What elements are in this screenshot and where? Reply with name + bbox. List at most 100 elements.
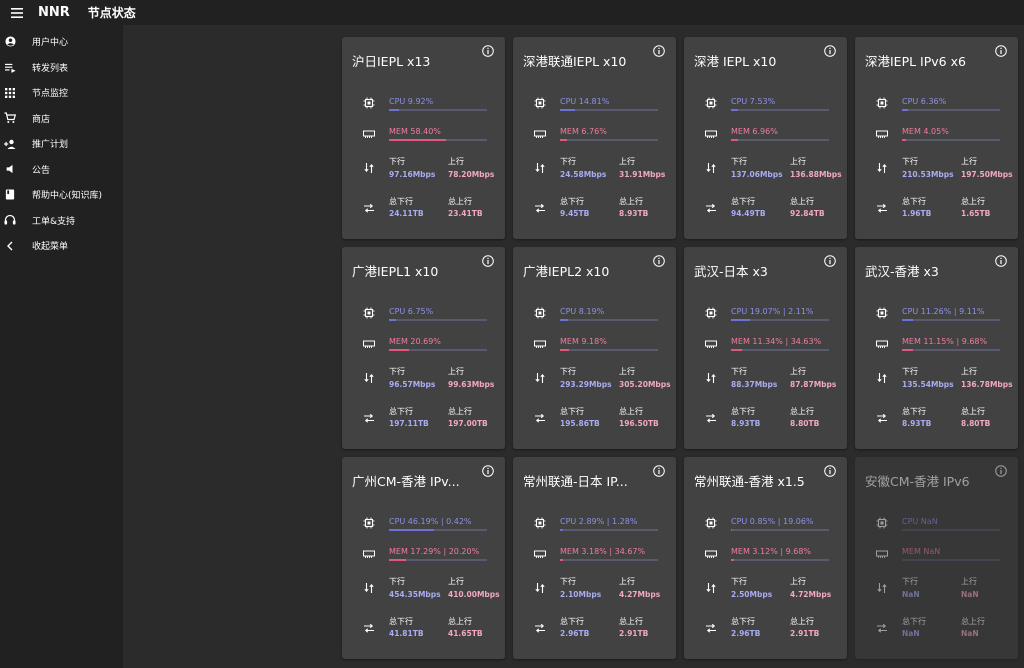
total-up-label: 总上行 <box>961 407 985 416</box>
cpu-usage-bar <box>560 109 658 111</box>
cpu-usage-label: CPU 9.92% <box>389 97 434 106</box>
down-speed-label: 下行 <box>731 577 747 586</box>
info-icon[interactable] <box>995 45 1007 57</box>
mem-usage-fill <box>560 139 567 141</box>
up-speed-label: 上行 <box>961 367 977 376</box>
total-up-label: 总上行 <box>448 617 472 626</box>
mem-usage-label: MEM 20.69% <box>389 337 441 346</box>
total-down-value: 197.11TB <box>389 419 429 428</box>
info-icon[interactable] <box>482 255 494 267</box>
sidebar-item-ticket-support[interactable]: 工单&支持 <box>0 208 123 234</box>
cpu-usage-bar <box>902 319 1000 321</box>
node-card[interactable]: 武汉-日本 x3 CPU 19.07% | 2.11% MEM 11.34% |… <box>684 247 847 449</box>
swap-horizontal-icon <box>535 623 545 633</box>
node-card[interactable]: 常州联通-香港 x1.5 CPU 0.85% | 19.06% MEM 3.12… <box>684 457 847 659</box>
cpu-chip-icon <box>363 517 375 529</box>
total-down-label: 总下行 <box>389 617 413 626</box>
up-speed-label: 上行 <box>448 157 464 166</box>
info-icon[interactable] <box>482 465 494 477</box>
node-card[interactable]: 深港联通IEPL x10 CPU 14.81% MEM 6.76% 下行 上行 … <box>513 37 676 239</box>
cpu-usage-label: CPU 2.89% | 1.28% <box>560 517 638 526</box>
info-icon[interactable] <box>824 255 836 267</box>
total-up-label: 总上行 <box>448 407 472 416</box>
cpu-usage-bar <box>560 319 658 321</box>
top-app-bar: NNR 节点状态 <box>0 0 1024 25</box>
sidebar-item-label: 商店 <box>32 114 51 125</box>
sidebar-item-label: 转发列表 <box>32 63 69 74</box>
node-card[interactable]: 深港IEPL IPv6 x6 CPU 6.36% MEM 4.05% 下行 上行… <box>855 37 1018 239</box>
swap-vertical-icon <box>877 373 887 383</box>
down-speed-label: 下行 <box>389 577 405 586</box>
node-card[interactable]: 深港 IEPL x10 CPU 7.53% MEM 6.96% 下行 上行 13… <box>684 37 847 239</box>
down-speed-label: 下行 <box>902 157 918 166</box>
info-icon[interactable] <box>482 45 494 57</box>
total-down-value: 24.11TB <box>389 209 424 218</box>
node-card[interactable]: 常州联通-日本 IP... CPU 2.89% | 1.28% MEM 3.18… <box>513 457 676 659</box>
node-card[interactable]: 安徽CM-香港 IPv6 CPU NaN MEM NaN 下行 上行 NaN N… <box>855 457 1018 659</box>
total-down-label: 总下行 <box>902 197 926 206</box>
menu-icon[interactable] <box>6 5 28 21</box>
total-down-value: 9.45TB <box>560 209 590 218</box>
add-user-icon <box>4 138 16 150</box>
info-icon[interactable] <box>653 255 665 267</box>
node-card[interactable]: 武汉-香港 x3 CPU 11.26% | 9.11% MEM 11.15% |… <box>855 247 1018 449</box>
down-speed-value: NaN <box>902 590 920 599</box>
total-up-value: 8.80TB <box>961 419 991 428</box>
info-icon[interactable] <box>995 255 1007 267</box>
sidebar-item-help-center[interactable]: 帮助中心(知识库) <box>0 182 123 208</box>
up-speed-value: 305.20Mbps <box>619 380 671 389</box>
sidebar-item-referral[interactable]: 推广计划 <box>0 131 123 157</box>
total-up-label: 总上行 <box>961 197 985 206</box>
node-card[interactable]: 广港IEPL2 x10 CPU 8.19% MEM 9.18% 下行 上行 29… <box>513 247 676 449</box>
swap-horizontal-icon <box>535 413 545 423</box>
up-speed-value: 87.87Mbps <box>790 380 837 389</box>
cpu-chip-icon <box>705 97 717 109</box>
swap-vertical-icon <box>877 163 887 173</box>
swap-vertical-icon <box>535 163 545 173</box>
node-card[interactable]: 广港IEPL1 x10 CPU 6.75% MEM 20.69% 下行 上行 9… <box>342 247 505 449</box>
swap-horizontal-icon <box>364 203 374 213</box>
cpu-chip-icon <box>534 517 546 529</box>
total-down-label: 总下行 <box>731 407 755 416</box>
memory-icon <box>363 130 375 138</box>
info-icon[interactable] <box>653 45 665 57</box>
cpu-chip-icon <box>534 307 546 319</box>
cpu-usage-label: CPU 11.26% | 9.11% <box>902 307 985 316</box>
total-down-label: 总下行 <box>389 197 413 206</box>
node-title: 广港IEPL1 x10 <box>352 264 439 279</box>
cpu-chip-icon <box>705 517 717 529</box>
total-up-value: 23.41TB <box>448 209 483 218</box>
app-name[interactable]: NNR <box>38 5 70 20</box>
mem-usage-label: MEM 6.76% <box>560 127 607 136</box>
sidebar-item-forward-list[interactable]: 转发列表 <box>0 55 123 81</box>
node-title: 广州CM-香港 IPv... <box>352 474 460 489</box>
info-icon[interactable] <box>653 465 665 477</box>
total-up-label: 总上行 <box>619 197 643 206</box>
sidebar-item-announcement[interactable]: 公告 <box>0 157 123 183</box>
total-up-label: 总上行 <box>961 617 985 626</box>
mem-usage-label: MEM 4.05% <box>902 127 949 136</box>
cpu-usage-bar <box>731 529 829 531</box>
sidebar-item-label: 工单&支持 <box>32 216 76 227</box>
mem-usage-fill <box>902 349 913 351</box>
sidebar-item-node-monitor[interactable]: 节点监控 <box>0 80 123 106</box>
node-card[interactable]: 广州CM-香港 IPv... CPU 46.19% | 0.42% MEM 17… <box>342 457 505 659</box>
sidebar-item-user-center[interactable]: 用户中心 <box>0 29 123 55</box>
cpu-chip-icon <box>363 307 375 319</box>
cpu-usage-bar <box>560 529 658 531</box>
sidebar-item-shop[interactable]: 商店 <box>0 106 123 132</box>
total-up-label: 总上行 <box>619 617 643 626</box>
info-icon[interactable] <box>995 465 1007 477</box>
mem-usage-bar <box>560 559 658 561</box>
node-title: 深港联通IEPL x10 <box>523 54 627 69</box>
down-speed-label: 下行 <box>560 157 576 166</box>
swap-horizontal-icon <box>706 203 716 213</box>
info-icon[interactable] <box>824 465 836 477</box>
node-card[interactable]: 沪日IEPL x13 CPU 9.92% MEM 58.40% 下行 上行 97… <box>342 37 505 239</box>
up-speed-value: 136.88Mbps <box>790 170 842 179</box>
sidebar-item-collapse-menu[interactable]: 收起菜单 <box>0 233 123 259</box>
cpu-usage-fill <box>389 319 396 321</box>
total-down-value: 1.96TB <box>902 209 932 218</box>
sidebar-item-label: 收起菜单 <box>32 242 69 253</box>
info-icon[interactable] <box>824 45 836 57</box>
